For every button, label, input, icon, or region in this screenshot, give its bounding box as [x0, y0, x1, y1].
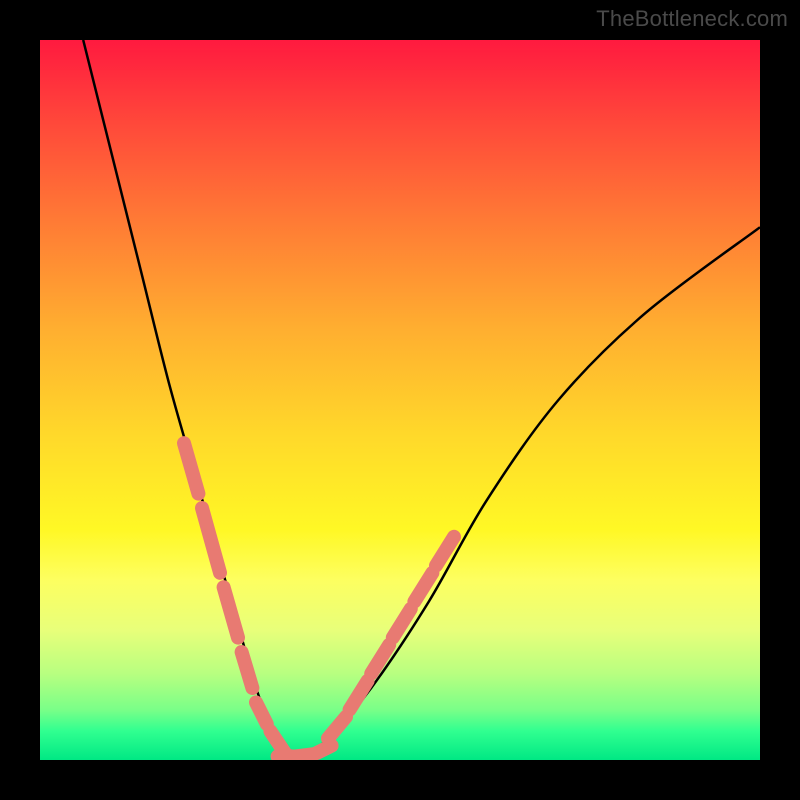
watermark-text: TheBottleneck.com [596, 6, 788, 32]
plot-area [40, 40, 760, 760]
chart-frame: TheBottleneck.com [0, 0, 800, 800]
ridge-segment [184, 443, 198, 493]
ridge-segment [202, 508, 220, 573]
ridge-segment [414, 573, 432, 602]
ridge-segment [242, 652, 253, 688]
ridge-segment [328, 717, 346, 739]
ridge-segment [350, 681, 368, 710]
ridge-group [184, 443, 454, 756]
bottleneck-curve [83, 40, 760, 760]
ridge-segment [256, 702, 267, 724]
ridge-segment [317, 746, 331, 753]
curve-svg [40, 40, 760, 760]
ridge-segment [224, 587, 238, 637]
ridge-segment [371, 645, 389, 674]
